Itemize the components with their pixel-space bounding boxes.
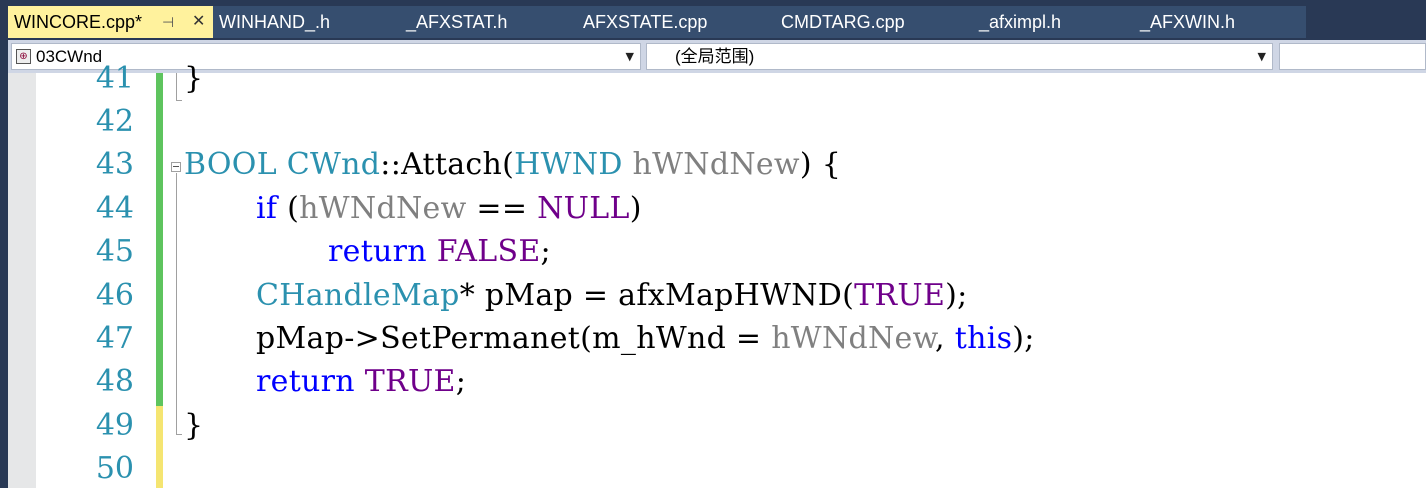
dropdown-arrow-icon[interactable]: ▼ xyxy=(626,44,634,69)
member-dropdown[interactable] xyxy=(1279,43,1426,70)
tab-label: AFXSTATE.cpp xyxy=(583,12,708,32)
tab-label: _afximpl.h xyxy=(979,12,1062,32)
code-token: TRUE xyxy=(854,278,946,313)
code-line-47[interactable]: pMap->SetPermanet(m_hWnd = hWNdNew, this… xyxy=(256,321,1035,356)
editor-margin xyxy=(8,73,36,488)
outline-end xyxy=(176,434,182,435)
saved-change-bar xyxy=(156,73,163,406)
code-token: ::Attach( xyxy=(380,147,515,182)
line-number: 43 xyxy=(95,147,134,182)
code-token: ( xyxy=(277,191,300,226)
code-token: ); xyxy=(1012,321,1035,356)
outline-end xyxy=(176,100,182,101)
tab-winhand-h[interactable]: WINHAND_.h xyxy=(219,6,330,38)
code-token: HWND xyxy=(514,147,623,182)
line-number: 47 xyxy=(95,321,134,356)
code-token: ) xyxy=(629,191,642,226)
line-number: 48 xyxy=(95,364,134,399)
tab-afximpl-h[interactable]: _afximpl.h xyxy=(979,6,1061,38)
code-token: ; xyxy=(540,234,551,269)
tab-label: _AFXWIN.h xyxy=(1140,12,1236,32)
code-line-44[interactable]: if (hWNdNew == NULL) xyxy=(256,191,642,226)
close-icon[interactable]: ✕ xyxy=(192,6,205,38)
code-token: return xyxy=(256,364,355,399)
line-number: 50 xyxy=(95,451,134,486)
pin-icon[interactable]: ⊣ xyxy=(162,6,174,38)
code-token: NULL xyxy=(537,191,630,226)
line-number: 42 xyxy=(95,104,134,139)
code-token: hWNdNew xyxy=(632,147,800,182)
line-number: 49 xyxy=(95,408,134,443)
tab-cmdtarg-cpp[interactable]: CMDTARG.cpp xyxy=(781,6,905,38)
line-number: 41 xyxy=(95,61,134,96)
code-token: BOOL xyxy=(184,147,277,182)
code-line-43[interactable]: BOOL CWnd::Attach(HWND hWNdNew) { xyxy=(184,147,841,182)
code-token: if xyxy=(256,191,278,226)
code-token: CWnd xyxy=(286,147,381,182)
line-number-gutter: 41 42 43 44 45 46 47 48 49 50 xyxy=(36,61,156,488)
code-line-45[interactable]: return FALSE; xyxy=(328,234,551,269)
tab-label: WINCORE.cpp* xyxy=(14,12,143,32)
code-editor[interactable]: 41 42 43 44 45 46 47 48 49 50 } BOOL CWn… xyxy=(8,61,1426,488)
code-token: == xyxy=(466,191,538,226)
tab-afxstat-h[interactable]: _AFXSTAT.h xyxy=(406,6,507,38)
code-token: TRUE xyxy=(364,364,456,399)
dropdown-arrow-icon[interactable]: ▼ xyxy=(1258,44,1266,69)
tab-afxstate-cpp[interactable]: AFXSTATE.cpp xyxy=(583,6,707,38)
unsaved-change-bar xyxy=(156,406,163,488)
tab-label: _AFXSTAT.h xyxy=(406,12,508,32)
code-token: ); xyxy=(945,278,968,313)
code-line-41[interactable]: } xyxy=(184,61,203,96)
code-line-46[interactable]: CHandleMap* pMap = afxMapHWND(TRUE); xyxy=(256,278,968,313)
code-token: CHandleMap xyxy=(256,278,460,313)
line-number: 44 xyxy=(95,191,134,226)
code-token: } xyxy=(184,408,204,443)
code-token: ) { xyxy=(799,147,842,182)
code-token: , xyxy=(935,321,955,356)
collapse-icon[interactable] xyxy=(171,162,181,172)
tab-wincore-cpp[interactable]: WINCORE.cpp* ⊣ ✕ xyxy=(8,6,213,38)
code-line-49[interactable]: } xyxy=(184,408,203,443)
code-token: return xyxy=(328,234,427,269)
scope-label: (全局范围) xyxy=(675,47,755,66)
code-token: FALSE xyxy=(436,234,541,269)
code-token: this xyxy=(954,321,1013,356)
outline-line xyxy=(176,173,177,434)
code-token: } xyxy=(184,61,204,96)
code-token: hWNdNew xyxy=(299,191,467,226)
line-number: 45 xyxy=(95,234,134,269)
navigation-bar: ⊕ 03CWnd ▼ (全局范围) ▼ xyxy=(8,40,1426,73)
tab-label: WINHAND_.h xyxy=(219,12,331,32)
outline-line xyxy=(176,73,177,101)
tab-afxwin-h[interactable]: _AFXWIN.h xyxy=(1140,6,1235,38)
code-token: ; xyxy=(455,364,467,399)
line-number: 46 xyxy=(95,278,134,313)
scope-dropdown[interactable]: (全局范围) ▼ xyxy=(646,43,1273,70)
code-token: pMap->SetPermanet(m_hWnd = xyxy=(256,321,772,356)
class-icon: ⊕ xyxy=(16,49,31,64)
code-token: * pMap = afxMapHWND( xyxy=(459,278,855,313)
tab-label: CMDTARG.cpp xyxy=(781,12,905,32)
code-line-48[interactable]: return TRUE; xyxy=(256,364,466,399)
code-token: hWNdNew xyxy=(771,321,936,356)
